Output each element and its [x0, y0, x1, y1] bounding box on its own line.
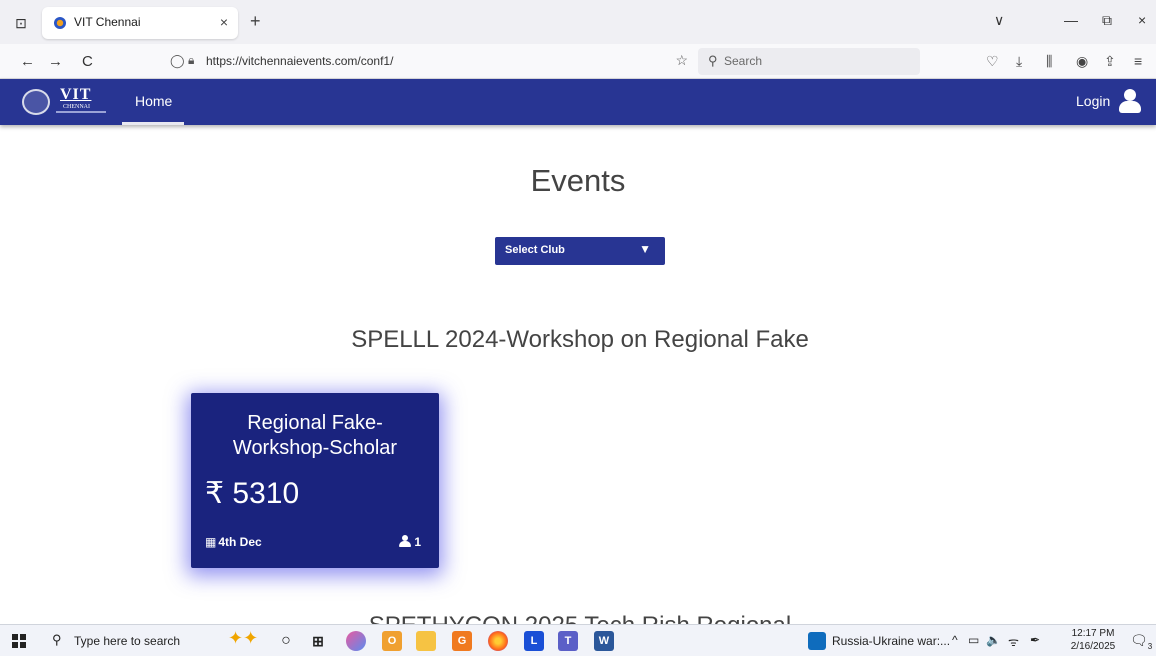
clock-date: 2/16/2025 — [1070, 641, 1116, 652]
clock-time: 12:17 PM — [1071, 628, 1115, 639]
login-link[interactable]: Login — [1076, 93, 1110, 109]
close-window-button[interactable]: × — [1138, 12, 1146, 28]
logo-subtext: CHENNAI — [63, 104, 90, 110]
event-date: ▦ 4th Dec — [205, 535, 262, 549]
forward-button[interactable]: → — [48, 53, 63, 70]
calendar-icon: ▦ — [205, 535, 217, 549]
l-app-icon[interactable]: L — [524, 631, 544, 651]
event-name-line1: Regional Fake- — [247, 412, 383, 434]
url-bar[interactable]: ◯ 🔒︎ https://vitchennaievents.com/conf1/… — [162, 48, 692, 75]
page-title: Events — [530, 163, 626, 198]
search-placeholder: Search — [724, 54, 763, 68]
active-nav-underline — [122, 122, 184, 125]
event-date-text: 4th Dec — [218, 535, 262, 549]
library-icon[interactable]: ⫼ — [1046, 53, 1052, 70]
taskbar-search-input[interactable]: ⚲ Type here to search — [48, 630, 208, 652]
browser-tab-active[interactable]: VIT Chennai × — [42, 7, 238, 39]
tab-list-icon[interactable]: ⊡ — [12, 14, 30, 32]
vit-logo[interactable]: VIT CHENNAI — [22, 86, 128, 117]
word-icon[interactable]: W — [594, 631, 614, 651]
event-price: ₹ 5310 — [205, 477, 300, 510]
cortana-icon[interactable]: ○ — [276, 631, 296, 651]
site-favicon-icon — [54, 17, 66, 29]
outlook-app-icon[interactable]: O — [382, 631, 402, 651]
new-tab-button[interactable]: + — [250, 11, 261, 32]
windows-start-icon[interactable] — [12, 634, 26, 648]
taskbar-search-placeholder: Type here to search — [74, 634, 181, 648]
tab-dropdown-icon[interactable]: ∨ — [994, 12, 1004, 29]
task-view-icon[interactable]: ⊞ — [308, 631, 328, 651]
back-button[interactable]: ← — [20, 53, 35, 70]
extensions-icon[interactable]: ⇪ — [1104, 53, 1116, 70]
search-icon: ⚲ — [52, 632, 62, 647]
pen-icon[interactable]: ✒ — [1030, 633, 1040, 647]
app-icon-orange[interactable]: G — [452, 631, 472, 651]
search-icon: ⚲ — [708, 53, 718, 68]
logo-text: VIT — [60, 86, 92, 103]
teams-icon[interactable]: T — [558, 631, 578, 651]
site-header: VIT CHENNAI Home Login — [0, 79, 1156, 125]
user-icon[interactable] — [1118, 89, 1142, 113]
tab-close-icon[interactable]: × — [220, 14, 228, 30]
downloads-icon[interactable]: ⤓ — [1016, 53, 1022, 70]
event-name-line2: Workshop-Scholar — [232, 437, 398, 459]
notification-icon[interactable]: 🗨3 — [1130, 632, 1152, 651]
reload-button[interactable]: C — [82, 53, 93, 70]
restore-button[interactable]: ⧉ — [1102, 12, 1112, 29]
event-count-text: 1 — [414, 535, 421, 549]
bookmark-star-icon[interactable]: ☆ — [675, 52, 688, 69]
logo-tagline-bar — [56, 111, 106, 113]
copilot-app-icon[interactable] — [346, 631, 366, 651]
menu-icon[interactable]: ≡ — [1134, 53, 1142, 69]
vit-seal-icon — [22, 89, 50, 115]
file-explorer-icon[interactable] — [416, 631, 436, 651]
notification-count: 3 — [1147, 641, 1153, 651]
account-icon[interactable]: ◉ — [1076, 53, 1088, 70]
tray-overflow-icon[interactable]: ^ — [952, 633, 958, 647]
select-club-label: Select Club — [505, 244, 565, 256]
battery-icon[interactable]: ▭ — [968, 633, 979, 647]
taskbar-clock[interactable]: 12:17 PM 2/16/2025 — [1068, 627, 1118, 653]
section-title: SPELLL 2024-Workshop on Regional Fake — [351, 326, 809, 353]
tab-title: VIT Chennai — [74, 15, 141, 29]
person-icon — [399, 535, 412, 547]
lock-icon[interactable]: 🔒︎ — [188, 53, 194, 68]
news-text: Russia-Ukraine war:... — [832, 634, 951, 648]
pocket-icon[interactable]: ♡ — [986, 53, 999, 70]
select-club-dropdown[interactable]: Select Club ▼ — [495, 237, 665, 265]
news-icon — [808, 632, 826, 650]
firefox-icon[interactable] — [488, 631, 508, 651]
event-name: Regional Fake- Workshop-Scholar — [191, 411, 439, 461]
tracking-shield-icon[interactable]: ◯ — [170, 53, 185, 69]
event-attendee-count: 1 — [399, 535, 421, 549]
dropdown-arrow-icon: ▼ — [639, 242, 651, 256]
minimize-button[interactable]: — — [1064, 12, 1078, 28]
nav-home-label: Home — [135, 93, 173, 109]
volume-icon[interactable]: 🔈 — [986, 633, 1001, 647]
windows-taskbar: ⚲ Type here to search ✦✦ ○ ⊞ O G L T W R… — [0, 624, 1156, 656]
nav-home-link[interactable]: Home — [122, 79, 184, 125]
browser-search-input[interactable]: ⚲ Search — [698, 48, 920, 75]
url-text[interactable]: https://vitchennaievents.com/conf1/ — [206, 54, 393, 68]
wifi-icon[interactable]: ᯤ — [1008, 633, 1019, 650]
browser-nav-bar: ← → C ◯ 🔒︎ https://vitchennaievents.com/… — [0, 44, 1156, 79]
browser-tab-bar: ⊡ VIT Chennai × + ∨ — ⧉ × — [0, 0, 1156, 44]
event-card[interactable]: Regional Fake- Workshop-Scholar ₹ 5310 ▦… — [191, 393, 439, 568]
copilot-sparkle-icon[interactable]: ✦✦ — [228, 628, 258, 649]
